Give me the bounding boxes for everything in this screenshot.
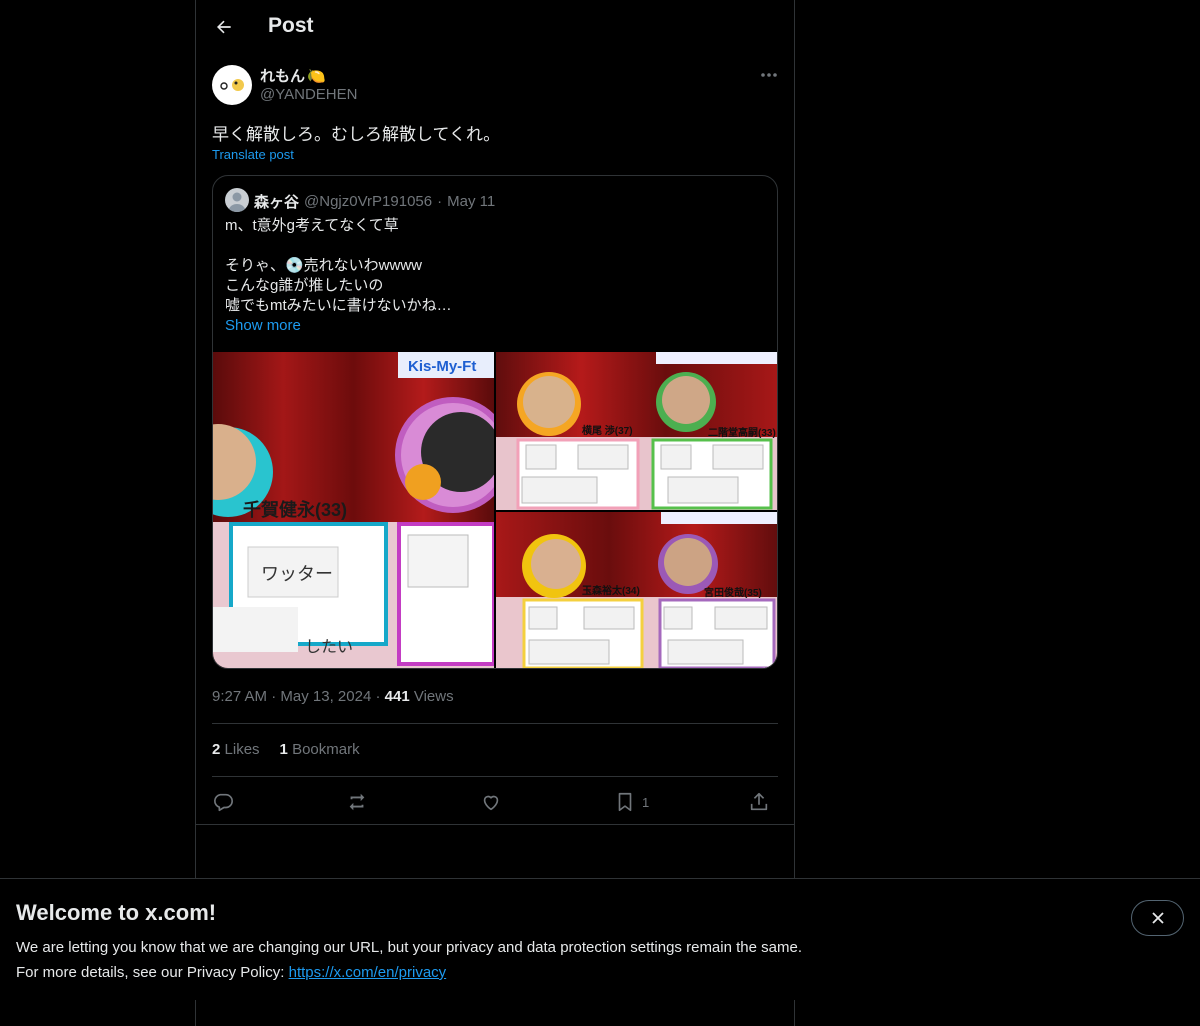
like-icon [483, 795, 499, 811]
media1-bottom-text: したい [305, 638, 353, 656]
media2-name-label-1: 横尾 渉(37) [582, 424, 633, 437]
page-header: Post [196, 0, 794, 54]
page-title: Post [268, 14, 314, 37]
media3-name-label-2: 宮田俊哉(35) [704, 586, 762, 599]
quote-header: 森ヶ谷 @Ngjz0VrP191056 · May 11 [254, 191, 495, 212]
likes-count: 2 [212, 741, 221, 758]
quote-media-grid: Kis-My-Ft 千賀健永(33) ワッター したい 横尾 渉(37) 二階堂… [213, 352, 777, 668]
divider [212, 776, 778, 777]
banner-line-2-prefix: For more details, see our Privacy Policy… [16, 964, 285, 981]
banner-line-2: For more details, see our Privacy Policy… [16, 960, 802, 985]
media-image-1[interactable]: Kis-My-Ft 千賀健永(33) ワッター したい [213, 352, 494, 668]
author-name-text: れもん [260, 68, 306, 85]
author-handle[interactable]: @YANDEHEN [260, 86, 357, 103]
quote-author-name: 森ヶ谷 [254, 194, 300, 211]
privacy-policy-link[interactable]: https://x.com/en/privacy [289, 964, 447, 981]
quote-separator: · [437, 193, 443, 210]
bookmarks-label: Bookmark [292, 741, 360, 758]
main-column: Post れもん 🍋 @YANDEHEN 早く解散しろ。むしろ解散してくれ。 T… [195, 0, 795, 1026]
author-name[interactable]: れもん 🍋 [260, 65, 326, 86]
avatar[interactable] [212, 65, 252, 105]
like-button[interactable] [480, 789, 502, 815]
quote-text: m、t意外g考えてなくて草 そりゃ、💿売れないわwwww こんなg誰が推したいの… [225, 217, 452, 314]
tv-screenshot-2: 横尾 渉(37) 二階堂高嗣(33) [496, 352, 777, 510]
likes-label: Likes [224, 741, 260, 758]
media1-name-label: 千賀健永(33) [243, 499, 347, 520]
likes-stat[interactable]: 2 Likes [212, 741, 260, 758]
repost-icon [349, 793, 365, 811]
default-avatar-icon [228, 192, 246, 212]
tv-screenshot-1: Kis-My-Ft 千賀健永(33) ワッター したい [213, 352, 494, 668]
back-button[interactable] [208, 11, 240, 43]
bookmark-count: 1 [642, 794, 650, 810]
banner-title: Welcome to x.com! [16, 900, 217, 925]
back-arrow-icon [217, 20, 231, 34]
media1-card-text: ワッター [261, 564, 333, 584]
action-bar: 1 [212, 786, 778, 818]
post-stats: 2 Likes 1 Bookmark [212, 741, 360, 758]
close-icon [1151, 912, 1164, 924]
post-text: 早く解散しろ。むしろ解散してくれ。 [212, 125, 501, 144]
media1-top-label: Kis-My-Ft [408, 358, 476, 375]
media-image-2[interactable]: 横尾 渉(37) 二階堂高嗣(33) [496, 352, 777, 510]
avatar-image [220, 79, 244, 91]
share-button[interactable] [748, 789, 770, 815]
quote-date: May 11 [447, 193, 496, 210]
media-image-3[interactable]: 玉森裕太(34) 宮田俊哉(35) [496, 512, 777, 668]
views-label: Views [413, 688, 454, 705]
bookmarks-count: 1 [279, 741, 288, 758]
quote-author-handle: @Ngjz0VrP191056 [304, 193, 433, 210]
quoted-post[interactable]: 森ヶ谷 @Ngjz0VrP191056 · May 11 m、t意外g考えてなく… [212, 175, 778, 669]
close-banner-button[interactable] [1131, 900, 1184, 936]
bookmarks-stat[interactable]: 1 Bookmark [280, 741, 360, 758]
banner-line-1: We are letting you know that we are chan… [16, 939, 802, 956]
quote-avatar [225, 188, 249, 212]
more-icon [761, 73, 777, 77]
post-date[interactable]: May 13, 2024 [280, 688, 371, 705]
views-count: 441 [384, 688, 410, 705]
post-timestamp: 9:27 AM · May 13, 2024 · 441 Views [212, 688, 454, 705]
share-icon [750, 792, 768, 811]
divider [212, 723, 778, 724]
tv-screenshot-3: 玉森裕太(34) 宮田俊哉(35) [496, 512, 777, 668]
post-time[interactable]: 9:27 AM [212, 688, 267, 705]
more-button[interactable] [756, 64, 782, 86]
show-more-link[interactable]: Show more [225, 317, 301, 334]
divider [196, 824, 794, 825]
bookmark-icon [618, 792, 632, 812]
welcome-banner: Welcome to x.com! We are letting you kno… [0, 878, 1200, 1000]
media3-name-label-1: 玉森裕太(34) [582, 584, 640, 597]
translate-post-link[interactable]: Translate post [212, 147, 294, 162]
reply-button[interactable] [212, 789, 234, 815]
lemon-emoji: 🍋 [307, 67, 326, 85]
media2-name-label-2: 二階堂高嗣(33) [708, 426, 776, 439]
banner-text: We are letting you know that we are chan… [16, 935, 802, 985]
repost-button[interactable] [346, 789, 368, 815]
bookmark-button[interactable]: 1 [614, 789, 649, 815]
reply-icon [214, 793, 233, 812]
